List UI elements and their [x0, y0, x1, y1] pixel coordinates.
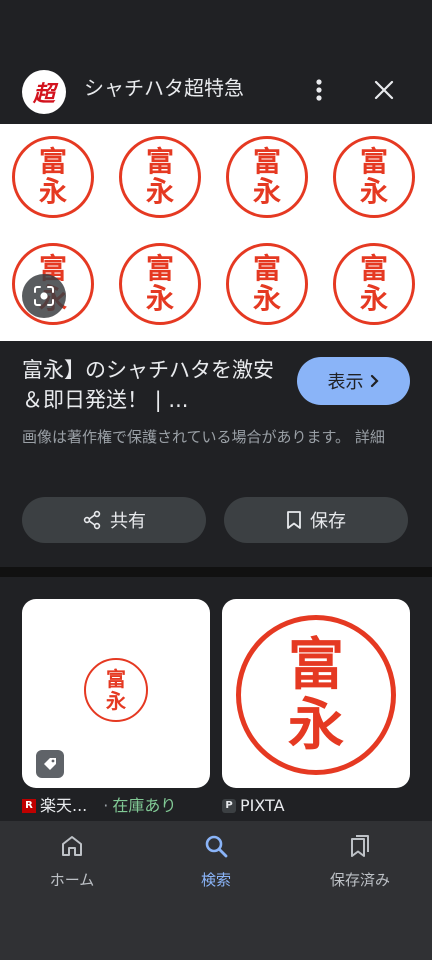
stamp-impression: 富 永 — [119, 136, 201, 218]
related-source-name: PIXTA — [240, 796, 285, 815]
status-bar-area — [0, 0, 432, 64]
close-button[interactable] — [368, 74, 400, 106]
site-name: シャチハタ超特急 — [84, 76, 244, 100]
stamp-impression: 富 永 — [119, 243, 201, 325]
lens-search-button[interactable] — [22, 274, 66, 318]
nav-saved-label: 保存済み — [329, 871, 390, 889]
site-header: 超 シャチハタ超特急 — [0, 64, 432, 124]
nav-home-label: ホーム — [49, 871, 95, 889]
visit-button-label: 表示 — [327, 372, 364, 393]
share-button[interactable]: 共有 — [22, 497, 206, 543]
site-logo-text: 超 — [32, 82, 55, 107]
share-icon — [83, 510, 101, 530]
save-button-label: 保存 — [310, 511, 346, 532]
stamp-impression: 富 永 — [84, 658, 148, 722]
visit-button[interactable]: 表示 — [297, 357, 410, 405]
bookmark-icon — [287, 511, 301, 529]
related-images: 富 永 富 永 R 楽天... · 在庫あり P PIXTA — [0, 577, 432, 821]
stamp-impression: 富 永 — [333, 136, 415, 218]
stamp-impression: 富 永 — [226, 136, 308, 218]
stamp-impression: 富 永 — [12, 136, 94, 218]
stamp-char-bottom: 永 — [288, 692, 344, 758]
nav-home[interactable]: ホーム — [12, 831, 132, 890]
nav-search-label: 検索 — [200, 871, 231, 889]
home-icon — [57, 831, 87, 861]
related-source[interactable]: R 楽天... · 在庫あり — [22, 795, 176, 817]
stamp-char-bottom: 永 — [38, 175, 67, 208]
stamp-char-top: 富 — [145, 145, 174, 178]
stamp-char-top: 富 — [106, 667, 126, 691]
related-source-name: 楽天... — [40, 796, 88, 815]
image-info-panel: 富永】のシャチハタを激安＆即日発送！ | ... 表示 画像は著作権で保護されて… — [0, 341, 432, 567]
preview-image[interactable]: 富 永 富 永 富 永 富 永 富 永 富 永 富 永 富 永 — [0, 124, 432, 341]
nav-saved[interactable]: 保存済み — [300, 831, 420, 890]
stamp-char-bottom: 永 — [359, 175, 388, 208]
nav-search[interactable]: 検索 — [156, 831, 276, 890]
product-tag-icon — [36, 750, 64, 778]
stamp-char-bottom: 永 — [145, 282, 174, 315]
chevron-right-icon — [370, 374, 379, 388]
stamp-char-bottom: 永 — [106, 689, 126, 713]
copyright-notice[interactable]: 画像は著作権で保護されている場合があります。 詳細 — [22, 425, 412, 449]
stamp-char-top: 富 — [359, 145, 388, 178]
bottom-navigation: ホーム 検索 保存済み — [0, 821, 432, 960]
stock-status: 在庫あり — [112, 796, 177, 815]
related-source[interactable]: P PIXTA — [222, 795, 285, 817]
stamp-char-bottom: 永 — [359, 282, 388, 315]
site-logo: 超 — [22, 70, 66, 114]
stamp-char-top: 富 — [145, 252, 174, 285]
pixta-favicon-icon: P — [222, 799, 236, 813]
save-button[interactable]: 保存 — [224, 497, 408, 543]
related-image-card[interactable]: 富 永 — [22, 599, 210, 788]
collections-icon — [345, 831, 375, 861]
stamp-impression: 富 永 — [236, 615, 396, 775]
stamp-char-bottom: 永 — [145, 175, 174, 208]
section-divider — [0, 567, 432, 577]
stamp-char-bottom: 永 — [252, 282, 281, 315]
stamp-char-top: 富 — [252, 252, 281, 285]
stamp-impression: 富 永 — [226, 243, 308, 325]
close-icon — [374, 80, 394, 100]
stamp-impression: 富 永 — [333, 243, 415, 325]
rakuten-favicon-icon: R — [22, 799, 36, 813]
stamp-char-top: 富 — [252, 145, 281, 178]
share-button-label: 共有 — [110, 511, 146, 532]
stamp-char-top: 富 — [288, 632, 344, 698]
separator-dot: · — [103, 796, 109, 815]
search-icon — [201, 831, 231, 861]
stamp-char-top: 富 — [359, 252, 388, 285]
lens-icon — [34, 286, 54, 306]
stamp-char-bottom: 永 — [252, 175, 281, 208]
more-options-button[interactable] — [306, 74, 332, 106]
related-image-card[interactable]: 富 永 — [222, 599, 410, 788]
stamp-char-top: 富 — [38, 145, 67, 178]
image-title[interactable]: 富永】のシャチハタを激安＆即日発送！ | ... — [22, 355, 284, 415]
more-vert-icon — [316, 79, 322, 101]
